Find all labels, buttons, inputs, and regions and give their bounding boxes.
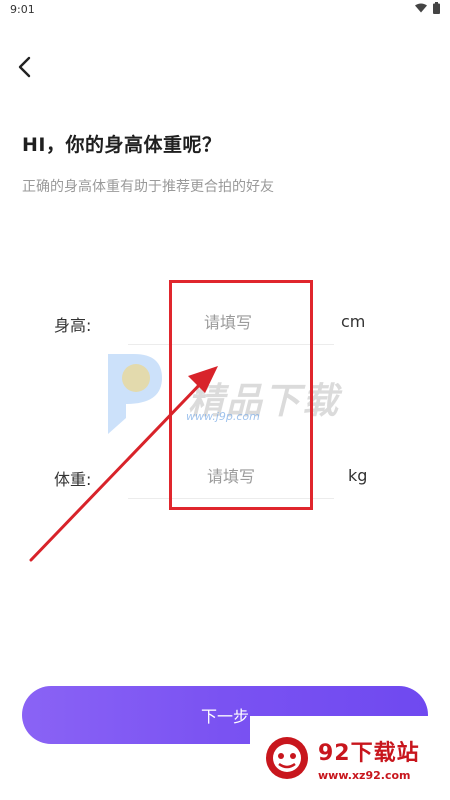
height-unit: cm [341,312,366,331]
height-underline [128,344,334,345]
corner-watermark: 92下载站 www.xz92.com [250,716,450,800]
chevron-left-icon [18,56,31,78]
weight-unit: kg [348,466,368,485]
watermark-url: www.j9p.com [186,410,260,423]
site-logo-icon [266,737,308,779]
weight-underline [128,498,334,499]
corner-watermark-url: www.xz92.com [318,768,411,782]
weight-input[interactable] [128,464,334,488]
status-icons [415,2,440,14]
status-time: 9:01 [10,3,35,16]
corner-watermark-title: 92下载站 [318,740,420,766]
page-subtitle: 正确的身高体重有助于推荐更合拍的好友 [22,179,274,195]
annotation-arrow-icon [29,366,218,562]
weight-label: 体重: [54,470,92,489]
corner-watermark-texts: 92下载站 www.xz92.com [318,735,420,782]
back-button[interactable] [10,52,40,82]
wifi-icon [415,3,427,13]
height-input[interactable] [128,310,328,334]
watermark-text: 精品下载 [188,381,341,422]
height-label: 身高: [54,316,92,335]
page-title: HI，你的身高体重呢？ [22,134,222,156]
watermark-logo-icon [108,354,162,434]
status-bar: 9:01 [0,0,450,22]
battery-icon [433,2,440,14]
